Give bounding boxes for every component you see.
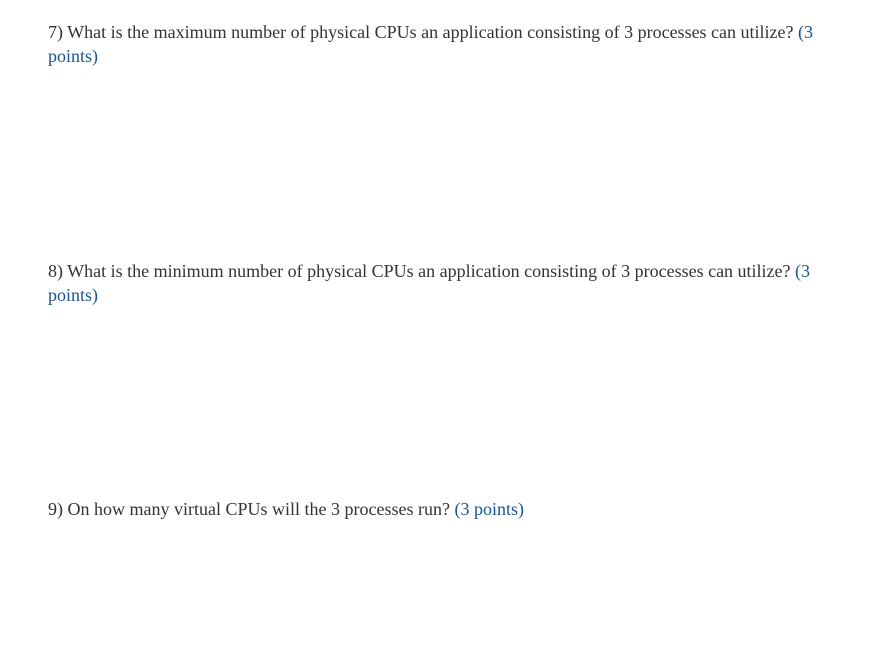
- question-7: 7) What is the maximum number of physica…: [48, 20, 831, 69]
- question-number: 9): [48, 499, 63, 519]
- question-points: (3 points): [454, 499, 524, 519]
- question-number: 7): [48, 22, 63, 42]
- question-9: 9) On how many virtual CPUs will the 3 p…: [48, 497, 831, 521]
- question-number: 8): [48, 261, 63, 281]
- question-8: 8) What is the minimum number of physica…: [48, 259, 831, 308]
- question-text: On how many virtual CPUs will the 3 proc…: [63, 499, 454, 519]
- question-text: What is the minimum number of physical C…: [63, 261, 795, 281]
- question-text: What is the maximum number of physical C…: [63, 22, 798, 42]
